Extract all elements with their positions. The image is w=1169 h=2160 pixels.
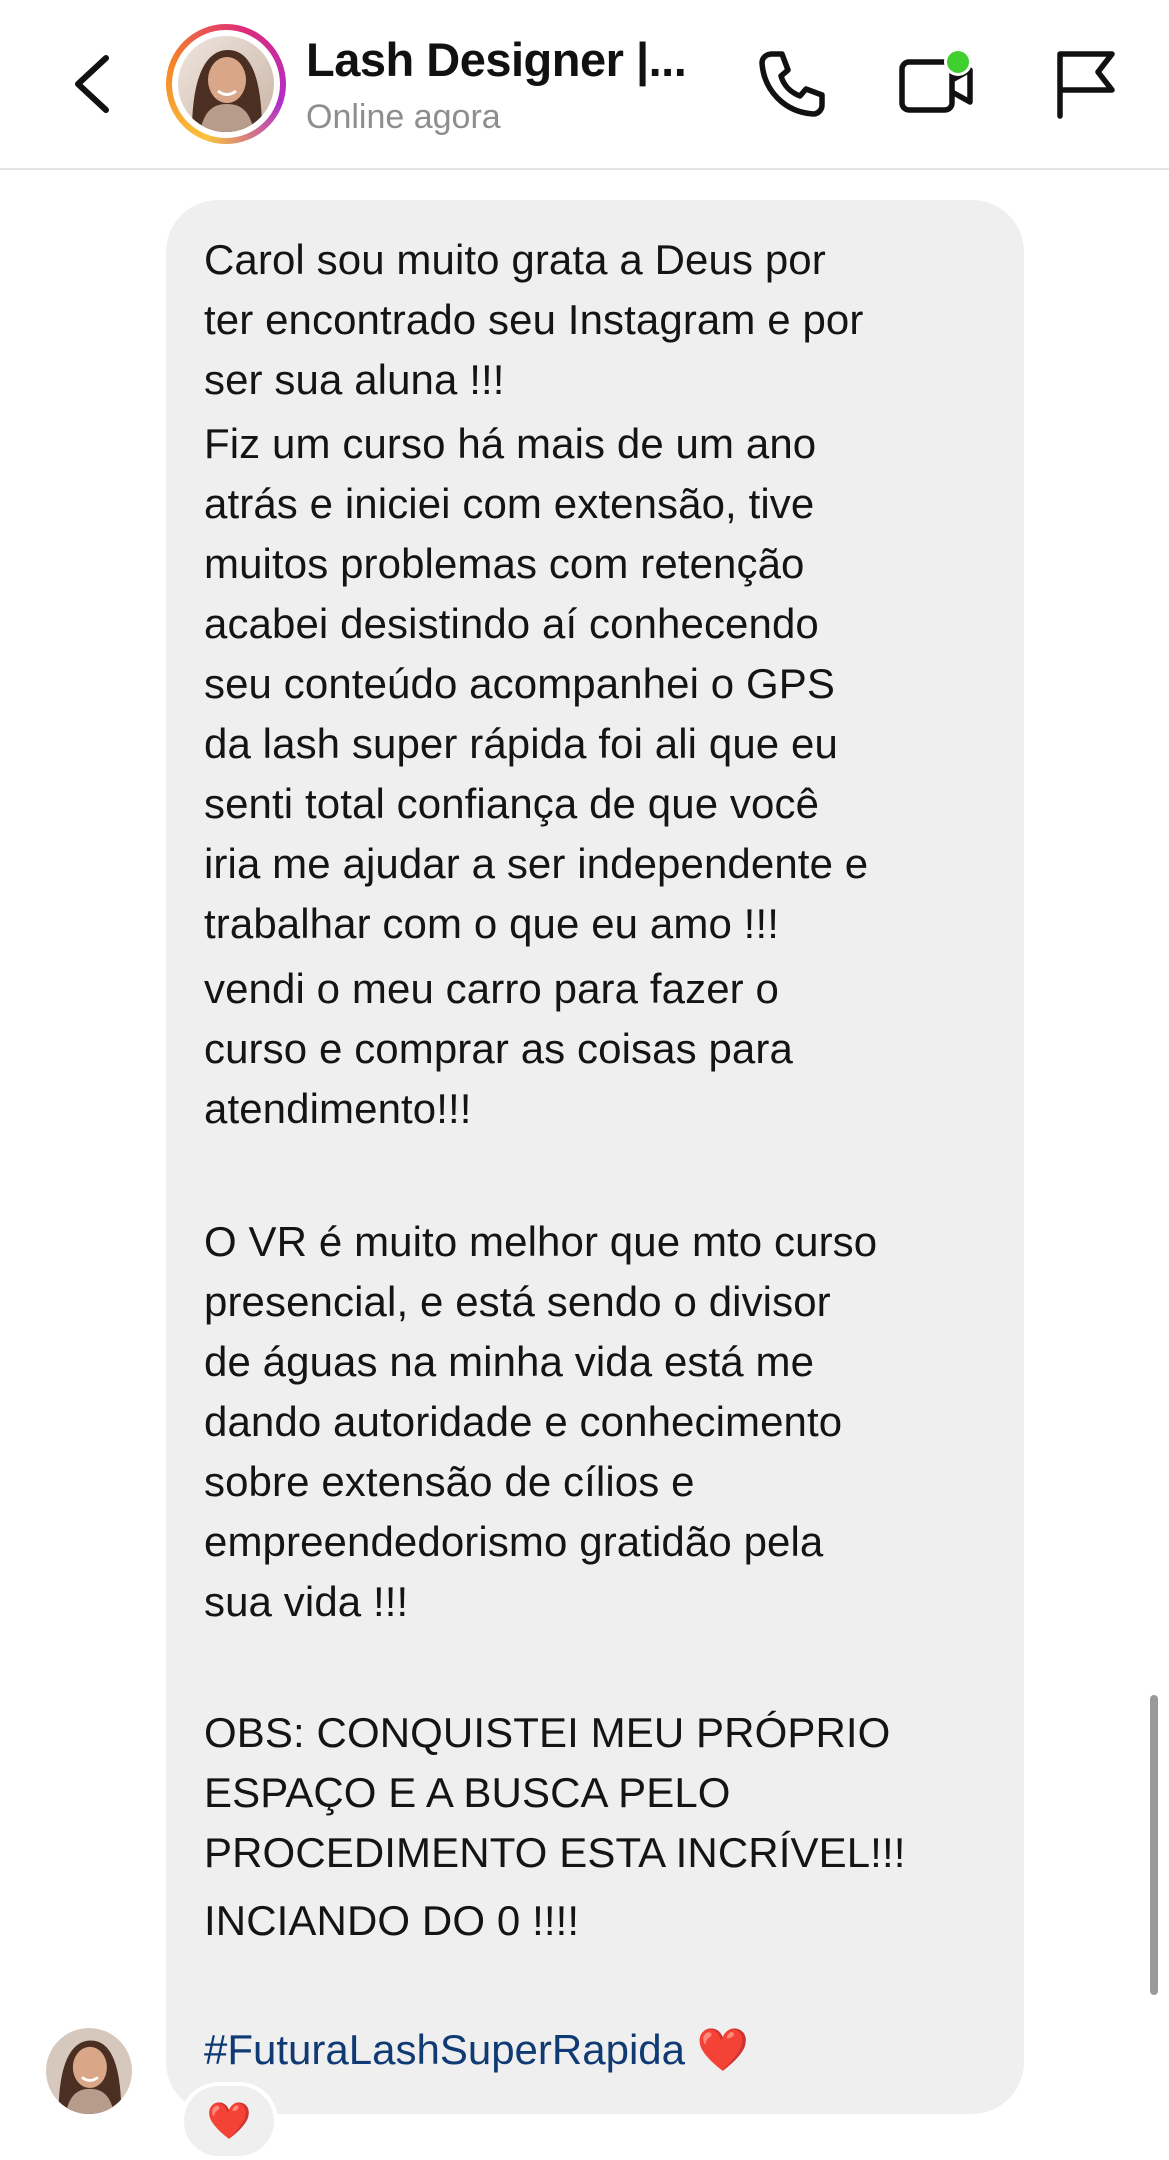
- contact-avatar[interactable]: [166, 24, 286, 144]
- back-button[interactable]: [58, 44, 128, 124]
- avatar-photo: [46, 2028, 132, 2114]
- hashtag-line: #FuturaLashSuperRapida ❤️: [204, 2020, 749, 2080]
- avatar-photo: [178, 36, 274, 132]
- online-status: Online agora: [306, 98, 501, 136]
- message-paragraph: O VR é muito melhor que mto curso presen…: [204, 1218, 878, 1625]
- chevron-left-icon: [75, 55, 109, 113]
- video-camera-icon: [899, 48, 973, 113]
- message-paragraph: INCIANDO DO 0 !!!!: [204, 1897, 580, 1944]
- message-paragraph: OBS: CONQUISTEI MEU PRÓPRIO ESPAÇO E A B…: [204, 1709, 906, 1876]
- reaction-chip[interactable]: ❤️: [180, 2082, 278, 2160]
- heart-emoji: ❤️: [696, 2026, 749, 2073]
- flag-icon: [1057, 51, 1115, 119]
- message-paragraph: Fiz um curso há mais de um ano atrás e i…: [204, 420, 869, 947]
- contact-name[interactable]: Lash Designer |...: [306, 32, 687, 87]
- heart-reaction-icon: ❤️: [206, 2100, 252, 2141]
- hashtag-link[interactable]: #FuturaLashSuperRapida: [204, 2026, 685, 2073]
- message-paragraph: Carol sou muito grata a Deus por ter enc…: [204, 236, 864, 403]
- chat-header: Lash Designer |... Online agora: [0, 0, 1169, 170]
- phone-icon: [759, 51, 825, 117]
- report-button[interactable]: [1046, 44, 1126, 124]
- sender-avatar[interactable]: [46, 2028, 132, 2114]
- video-call-button[interactable]: [896, 44, 976, 124]
- status-dot: [947, 51, 969, 73]
- message-paragraph: vendi o meu carro para fazer o curso e c…: [204, 965, 793, 1132]
- scrollbar[interactable]: [1150, 1695, 1158, 1995]
- call-button[interactable]: [750, 44, 830, 124]
